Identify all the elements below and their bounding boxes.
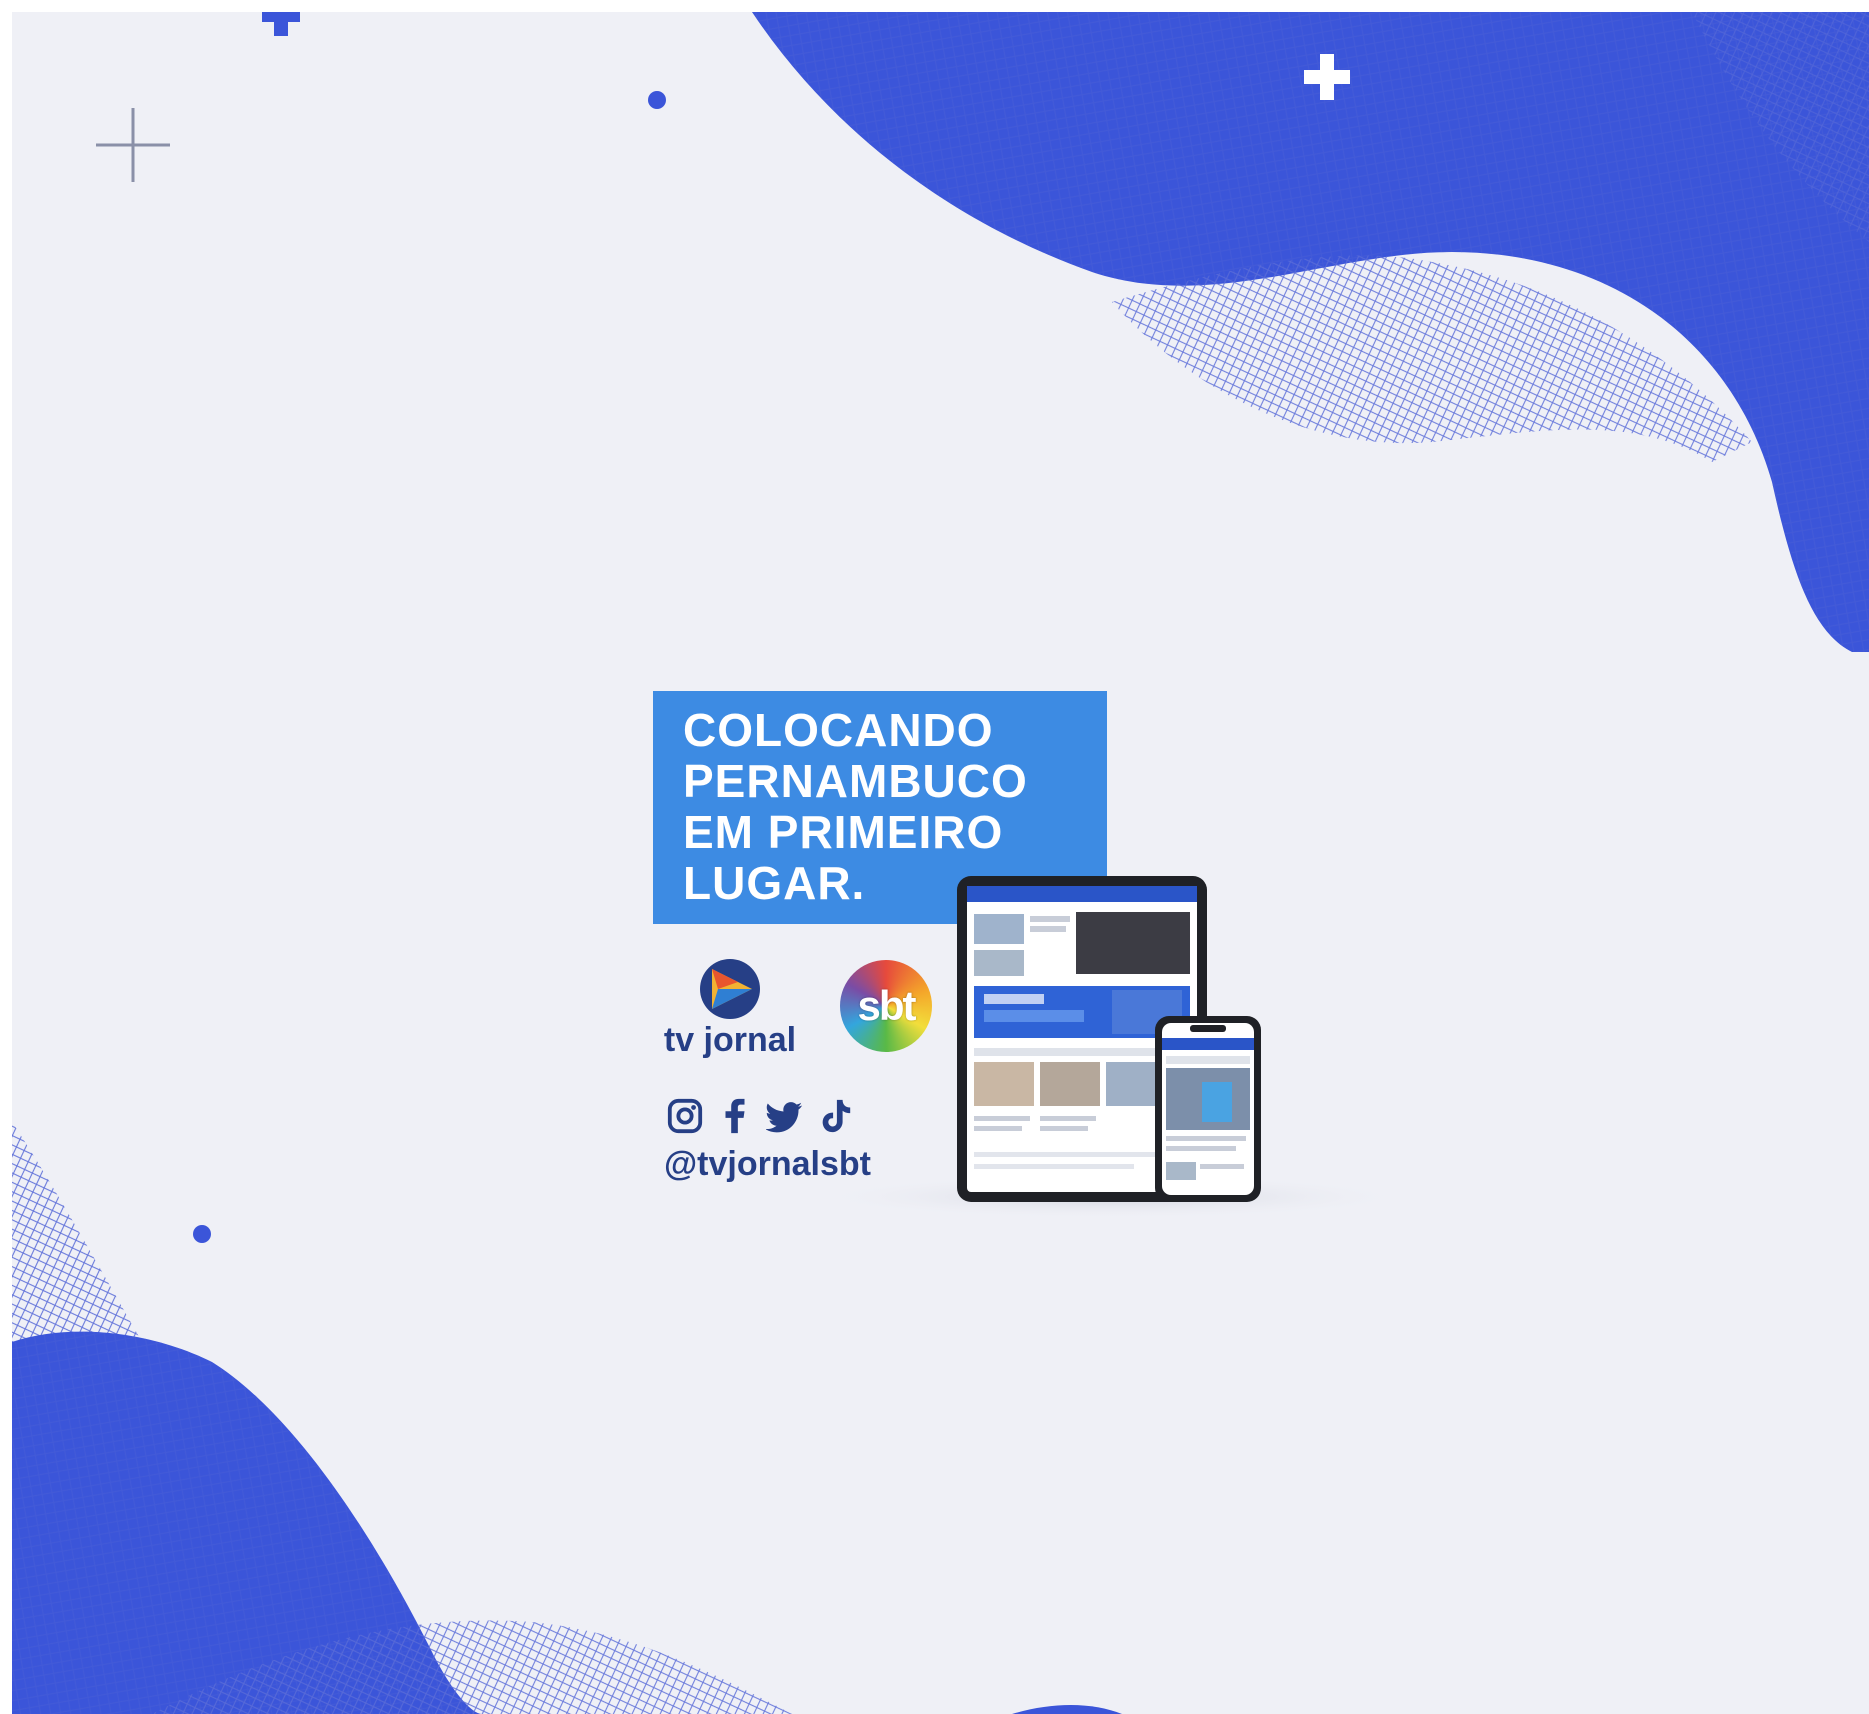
headline-line: EM PRIMEIRO	[683, 806, 1004, 858]
phone-icon	[1155, 1016, 1261, 1202]
cross-decoration	[96, 108, 170, 182]
banner-canvas: COLOCANDO PERNAMBUCO EM PRIMEIRO LUGAR. …	[12, 12, 1869, 1714]
dot	[648, 91, 666, 109]
instagram-icon[interactable]	[666, 1097, 704, 1135]
bottom-left-lace	[12, 1122, 142, 1342]
tvjornal-mark-icon	[700, 959, 760, 1019]
headline-line: PERNAMBUCO	[683, 755, 1028, 807]
tvjornal-wordmark: tv jornal	[663, 1021, 797, 1059]
tvjornal-logo: tv jornal	[660, 957, 800, 1067]
twitter-icon[interactable]	[766, 1097, 804, 1135]
devices-mockup	[812, 876, 1402, 1219]
plus-decoration	[262, 12, 300, 36]
dot	[193, 1225, 211, 1243]
headline-line: COLOCANDO	[683, 704, 994, 756]
facebook-icon[interactable]	[716, 1097, 754, 1135]
